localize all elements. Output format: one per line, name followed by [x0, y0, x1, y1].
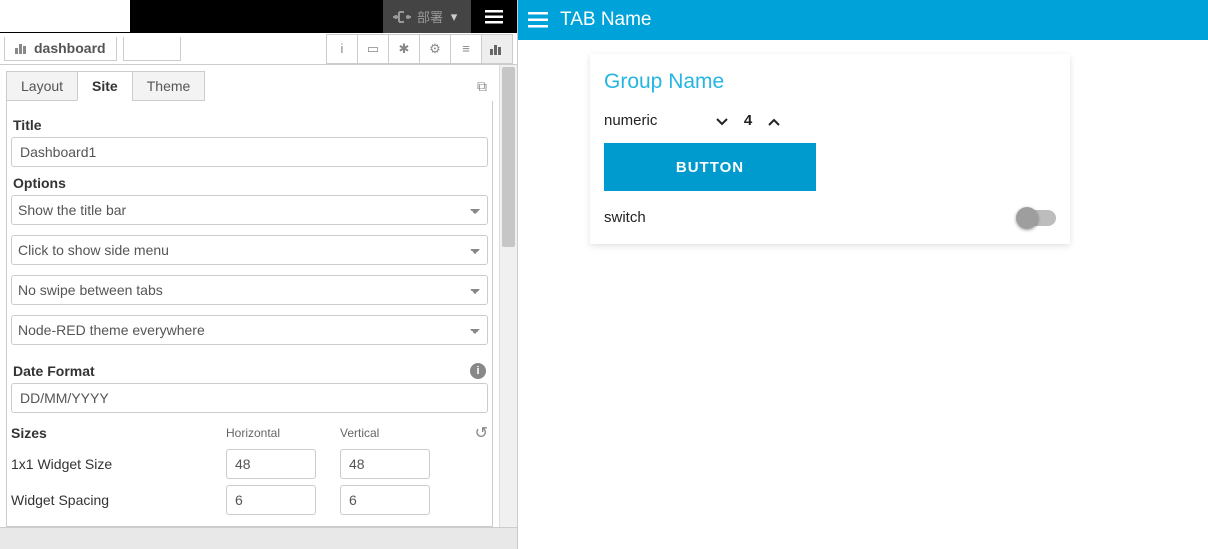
- numeric-label: numeric: [604, 112, 710, 129]
- sidemenu-select[interactable]: Click to show side menu: [11, 235, 488, 265]
- col-vertical-label: Vertical: [340, 426, 430, 440]
- group-title: Group Name: [604, 70, 1056, 94]
- widget-spacing-h-input[interactable]: [226, 485, 316, 515]
- status-bar: [0, 527, 517, 549]
- switch-knob: [1016, 207, 1038, 229]
- tab-site[interactable]: Site: [77, 71, 133, 101]
- book-icon: ▭: [367, 41, 379, 57]
- hamburger-icon: [485, 10, 503, 24]
- node-type-chip[interactable]: dashboard: [4, 37, 117, 61]
- editor-logo-area: [0, 0, 130, 33]
- tab-layout[interactable]: Layout: [6, 71, 78, 101]
- numeric-value: 4: [734, 112, 762, 129]
- dateformat-input[interactable]: [11, 383, 488, 413]
- bug-icon: ✱: [399, 41, 410, 57]
- open-dashboard-button[interactable]: ⧉: [471, 78, 493, 95]
- tab-theme[interactable]: Theme: [132, 71, 206, 101]
- context-tab-button[interactable]: ≡: [450, 34, 482, 64]
- sizes-label: Sizes: [11, 425, 226, 441]
- scrollbar-thumb[interactable]: [502, 67, 515, 247]
- widget-size-h-input[interactable]: [226, 449, 316, 479]
- numeric-increment[interactable]: [762, 113, 786, 129]
- dashboard-tab-button[interactable]: [481, 34, 513, 64]
- widget-spacing-label: Widget Spacing: [11, 492, 226, 508]
- database-icon: ≡: [462, 41, 470, 56]
- undo-icon: ↺: [475, 425, 488, 442]
- hamburger-icon[interactable]: [528, 12, 548, 28]
- widget-spacing-v-input[interactable]: [340, 485, 430, 515]
- deploy-label: 部署: [417, 7, 443, 26]
- tab-label: Layout: [21, 78, 63, 94]
- widget-size-v-input[interactable]: [340, 449, 430, 479]
- node-name-chip[interactable]: [123, 37, 181, 61]
- tab-label: Theme: [147, 78, 191, 94]
- config-tab-button[interactable]: ⚙: [419, 34, 451, 64]
- info-tab-button[interactable]: i: [326, 34, 358, 64]
- info-icon: i: [341, 41, 344, 56]
- dashboard-button[interactable]: BUTTON: [604, 143, 816, 191]
- tab-label: Site: [92, 78, 118, 94]
- info-icon[interactable]: i: [470, 363, 486, 379]
- help-tab-button[interactable]: ▭: [357, 34, 389, 64]
- widget-size-label: 1x1 Widget Size: [11, 456, 226, 472]
- reset-sizes-button[interactable]: ↺: [475, 423, 488, 443]
- bar-chart-icon: [15, 42, 29, 54]
- chevron-up-icon: [768, 118, 780, 126]
- col-horizontal-label: Horizontal: [226, 426, 316, 440]
- theme-select[interactable]: Node-RED theme everywhere: [11, 315, 488, 345]
- deploy-icon: [393, 10, 411, 24]
- title-label: Title: [13, 117, 486, 133]
- main-menu-button[interactable]: [471, 0, 517, 33]
- bar-chart-icon: [490, 43, 504, 55]
- switch-toggle[interactable]: [1018, 210, 1056, 226]
- dateformat-label: Date Format: [13, 363, 95, 379]
- chevron-down-icon: [716, 118, 728, 126]
- tab-name: TAB Name: [560, 9, 652, 31]
- swipe-select[interactable]: No swipe between tabs: [11, 275, 488, 305]
- titlebar-select[interactable]: Show the title bar: [11, 195, 488, 225]
- external-link-icon: ⧉: [477, 78, 487, 94]
- caret-down-icon[interactable]: ▾: [443, 9, 465, 25]
- group-card: Group Name numeric 4 BUTTON switch: [590, 54, 1070, 244]
- options-label: Options: [13, 175, 486, 191]
- debug-tab-button[interactable]: ✱: [388, 34, 420, 64]
- gear-icon: ⚙: [429, 41, 441, 57]
- title-input[interactable]: [11, 137, 488, 167]
- node-type-label: dashboard: [34, 40, 106, 56]
- switch-label: switch: [604, 209, 646, 226]
- deploy-button[interactable]: 部署 ▾: [383, 0, 471, 33]
- button-label: BUTTON: [676, 159, 744, 176]
- scrollbar[interactable]: [499, 65, 517, 527]
- dashboard-header: TAB Name: [518, 0, 1208, 40]
- numeric-decrement[interactable]: [710, 113, 734, 129]
